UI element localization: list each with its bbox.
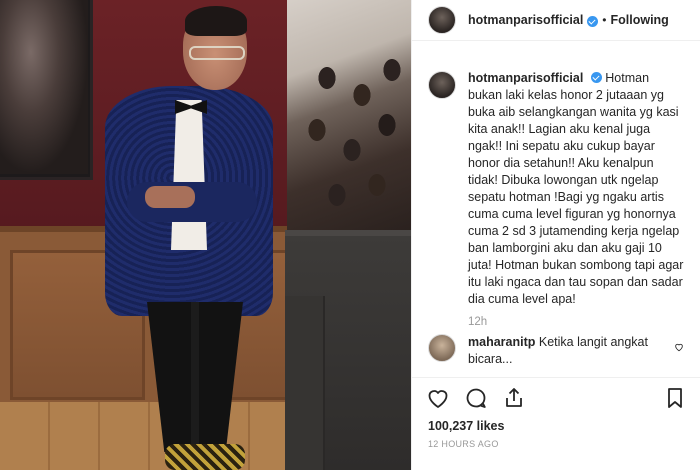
verified-badge-icon: [590, 72, 602, 83]
post-header: hotmanparisofficial • Following: [412, 0, 700, 41]
action-bar: 100,237 likes 12 HOURS AGO: [412, 377, 700, 470]
wall-painting: [0, 0, 93, 180]
avatar[interactable]: [428, 71, 456, 99]
comment-body: maharanitp Ketika langit angkat bicara..…: [468, 334, 668, 368]
comment-like-heart-icon[interactable]: [674, 342, 684, 352]
post-timestamp[interactable]: 12 HOURS AGO: [428, 439, 499, 449]
caption-timestamp[interactable]: 12h: [468, 316, 700, 328]
share-icon[interactable]: [502, 386, 526, 410]
comment-bubble-icon[interactable]: [464, 386, 488, 410]
likes-count[interactable]: 100,237 likes: [428, 419, 504, 433]
verified-badge-icon: [587, 15, 599, 27]
coffee-bean-mural: [287, 0, 411, 232]
caption-text: Hotman bukan laki kelas honor 2 jutaaan …: [468, 71, 684, 306]
post-username[interactable]: hotmanparisofficial: [468, 13, 583, 27]
following-button[interactable]: Following: [611, 13, 669, 27]
separator-dot: •: [602, 13, 607, 27]
avatar[interactable]: [428, 334, 456, 362]
comment-username[interactable]: maharanitp: [468, 335, 535, 349]
avatar[interactable]: [428, 6, 456, 34]
comment-item: maharanitp Ketika langit angkat bicara..…: [428, 334, 688, 368]
caption-username[interactable]: hotmanparisofficial: [468, 71, 583, 85]
bookmark-icon[interactable]: [663, 386, 687, 410]
post-photo[interactable]: [0, 0, 411, 470]
caption: hotmanparisofficial Hotman bukan laki ke…: [412, 58, 700, 308]
heart-icon[interactable]: [426, 386, 450, 410]
comments-section: hotmanparisofficial Hotman bukan laki ke…: [412, 58, 700, 378]
person-in-tuxedo: [105, 4, 285, 470]
armchair: [285, 230, 411, 470]
caption-body: hotmanparisofficial Hotman bukan laki ke…: [468, 70, 685, 308]
post-sidebar: hotmanparisofficial • Following hotmanpa…: [411, 0, 700, 470]
